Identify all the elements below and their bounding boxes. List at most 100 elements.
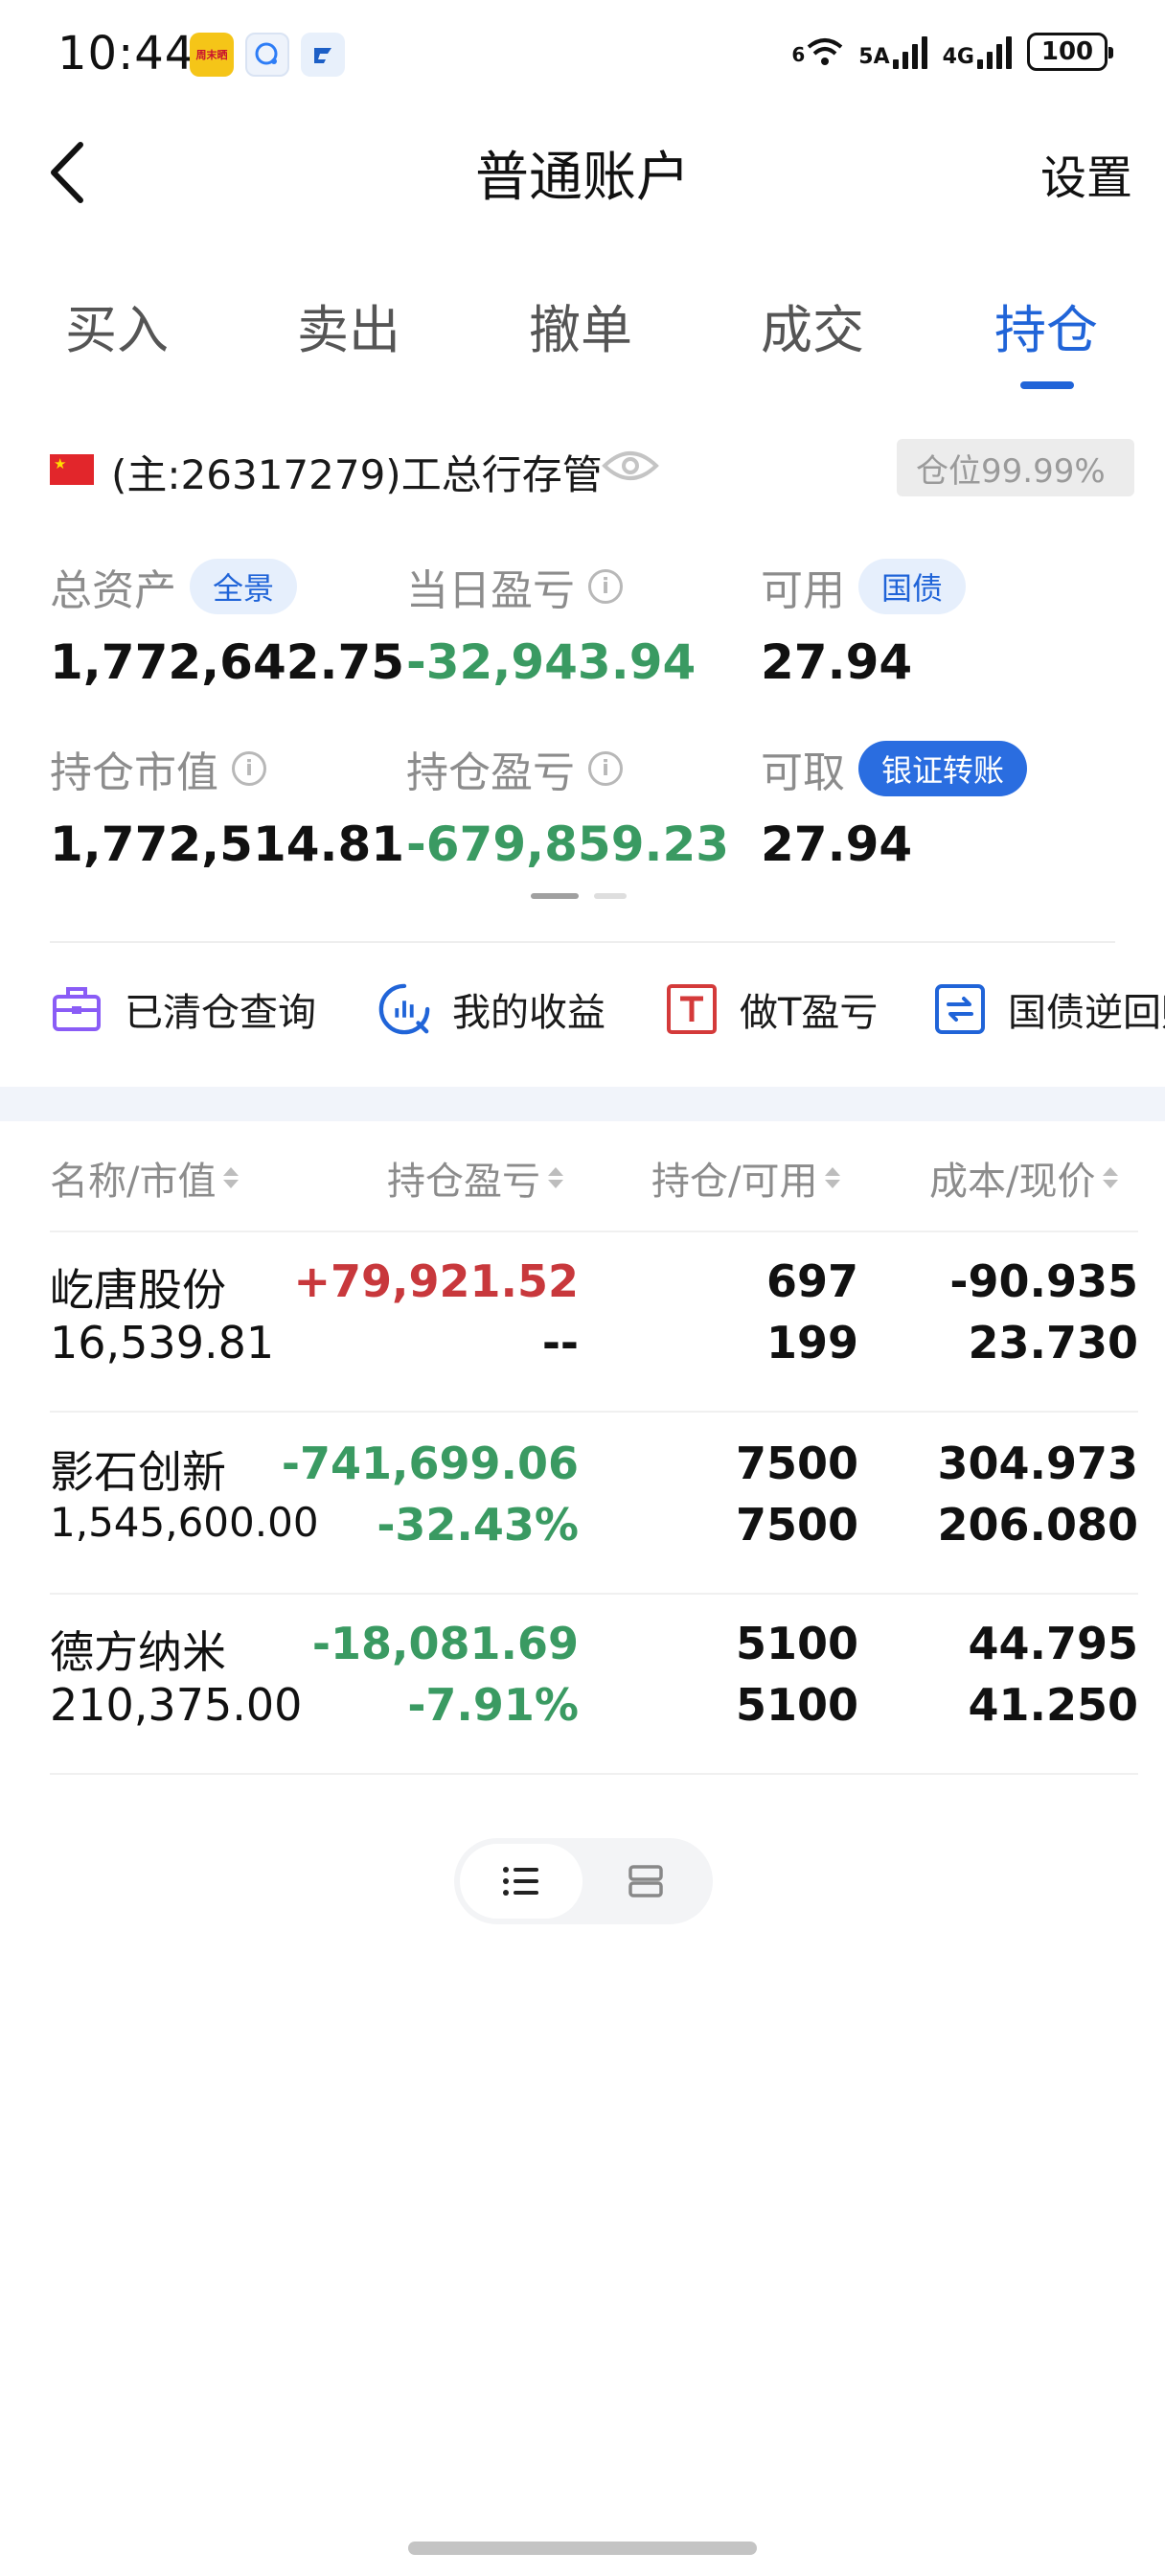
- account-selector[interactable]: (主:26317279)工总行存管: [111, 443, 603, 501]
- reverse-repo-label: 国债逆回购: [1008, 991, 1165, 1035]
- list-view-button[interactable]: [460, 1844, 582, 1919]
- account-row: ★ (主:26317279)工总行存管 仓位99.99%: [0, 431, 1165, 508]
- trade-tabs: 买入 卖出 撤单 成交 持仓: [0, 278, 1165, 393]
- sort-name-market-value[interactable]: 名称/市值: [50, 1150, 240, 1206]
- sort-icon: [825, 1167, 841, 1188]
- tab-deals[interactable]: 成交: [761, 288, 864, 363]
- section-separator: [0, 1087, 1165, 1121]
- signal-5a-icon: 5A: [858, 34, 927, 69]
- tab-buy[interactable]: 买入: [65, 288, 169, 363]
- overview-button[interactable]: 全景: [190, 559, 298, 614]
- stock-market-value: 1,545,600.00: [50, 1499, 319, 1546]
- stock-cost: 304.973: [937, 1438, 1138, 1489]
- repo-icon: [933, 982, 987, 1036]
- sort-cost-price[interactable]: 成本/现价: [929, 1150, 1119, 1206]
- stock-price: 206.080: [937, 1499, 1138, 1551]
- info-icon[interactable]: i: [588, 751, 623, 786]
- sort-icon: [1103, 1167, 1119, 1188]
- sort-icon: [548, 1167, 563, 1188]
- sort-quantity[interactable]: 持仓/可用: [651, 1150, 841, 1206]
- tab-sell[interactable]: 卖出: [297, 288, 400, 363]
- stock-name: 德方纳米: [50, 1626, 226, 1678]
- status-time: 10:44: [57, 27, 195, 80]
- row-divider: [50, 1230, 1138, 1232]
- position-pnl: 持仓盈亏 i -679,859.23: [406, 738, 729, 872]
- stock-name: 屹唐股份: [50, 1264, 226, 1316]
- my-earnings-button[interactable]: 我的收益: [377, 981, 605, 1037]
- message-app-icon: [245, 33, 289, 77]
- bank-transfer-button[interactable]: 银证转账: [858, 741, 1028, 796]
- withdrawable-funds: 可取 银证转账 27.94: [761, 738, 1028, 872]
- list-icon: [503, 1867, 538, 1896]
- row-divider: [50, 1411, 1138, 1413]
- stock-quantity: 697: [765, 1255, 858, 1307]
- withdrawable-value: 27.94: [761, 816, 913, 872]
- stock-market-value: 210,375.00: [50, 1679, 303, 1731]
- sort-position-pnl[interactable]: 持仓盈亏: [387, 1150, 563, 1206]
- quick-actions: 已清仓查询 我的收益 做T盈亏 国债逆回购: [0, 968, 1165, 1054]
- tab-cancel[interactable]: 撤单: [529, 288, 632, 363]
- status-bar: 10:44 周末晒 6 5A 4G 100: [0, 0, 1165, 115]
- position-pnl-label: 持仓盈亏: [406, 748, 575, 797]
- stock-available: 199: [765, 1317, 858, 1368]
- card-view-icon: [628, 1865, 663, 1898]
- withdrawable-label: 可取: [761, 748, 845, 797]
- market-value-label: 持仓市值: [50, 748, 218, 797]
- eye-icon[interactable]: [602, 445, 659, 491]
- signal-5a-label: 5A: [858, 45, 890, 69]
- stock-quantity: 5100: [735, 1618, 858, 1669]
- daily-pnl: 当日盈亏 i -32,943.94: [406, 556, 696, 690]
- t-box-icon: [665, 982, 719, 1036]
- treasury-button[interactable]: 国债: [858, 559, 967, 614]
- asset-summary: 总资产 全景 1,772,642.75 当日盈亏 i -32,943.94 可用 国债…: [0, 556, 1165, 901]
- app-notification-icon: 周末晒: [190, 33, 234, 77]
- signal-4g-icon: 4G: [943, 34, 1012, 69]
- daily-pnl-label: 当日盈亏: [406, 566, 575, 615]
- stock-pnl-pct: -7.91%: [407, 1679, 579, 1731]
- cleared-positions-label: 已清仓查询: [125, 991, 316, 1035]
- row-divider: [50, 1773, 1138, 1775]
- cleared-positions-button[interactable]: 已清仓查询: [50, 981, 316, 1037]
- stock-pnl-pct: --: [541, 1317, 579, 1368]
- summary-page-indicator: [531, 893, 627, 899]
- chart-circle-icon: [377, 982, 431, 1036]
- stock-available: 5100: [735, 1679, 858, 1731]
- stock-pnl: +79,921.52: [293, 1255, 579, 1307]
- signal-4g-label: 4G: [942, 45, 974, 69]
- info-icon[interactable]: i: [232, 751, 266, 786]
- stock-name: 影石创新: [50, 1446, 226, 1498]
- stock-price: 23.730: [968, 1317, 1138, 1368]
- stock-pnl: -741,699.06: [281, 1438, 579, 1489]
- column-cost-label: 成本/现价: [929, 1160, 1096, 1204]
- home-indicator[interactable]: [408, 2542, 757, 2555]
- page-title: 普通账户: [475, 147, 690, 209]
- wifi-label: 6: [791, 43, 806, 66]
- status-indicators: 6 5A 4G 100: [791, 33, 1113, 71]
- available-value: 27.94: [761, 634, 913, 690]
- t-trade-pnl-button[interactable]: 做T盈亏: [665, 981, 878, 1037]
- wifi-icon: 6: [791, 37, 843, 66]
- stock-cost: 44.795: [968, 1618, 1138, 1669]
- settings-button[interactable]: 设置: [1040, 140, 1132, 207]
- info-icon[interactable]: i: [588, 569, 623, 604]
- china-flag-icon: ★: [50, 454, 94, 485]
- market-value: 持仓市值 i 1,772,514.81: [50, 738, 404, 872]
- available-label: 可用: [761, 566, 845, 615]
- tab-positions[interactable]: 持仓: [994, 288, 1098, 363]
- active-tab-indicator: [1020, 381, 1074, 389]
- reverse-repo-button[interactable]: 国债逆回购: [933, 981, 1165, 1037]
- divider: [50, 941, 1115, 943]
- battery-icon: 100: [1027, 33, 1113, 71]
- daily-pnl-value: -32,943.94: [406, 634, 697, 690]
- view-mode-toggle: [454, 1838, 713, 1924]
- card-view-button[interactable]: [584, 1844, 707, 1919]
- nav-header: 普通账户 设置: [0, 115, 1165, 230]
- stock-cost: -90.935: [949, 1255, 1138, 1307]
- stock-price: 41.250: [968, 1679, 1138, 1731]
- column-pnl-label: 持仓盈亏: [387, 1160, 540, 1204]
- stock-available: 7500: [735, 1499, 858, 1551]
- stock-pnl-pct: -32.43%: [377, 1499, 579, 1551]
- stock-quantity: 7500: [735, 1438, 858, 1489]
- stock-market-value: 16,539.81: [50, 1317, 275, 1368]
- row-divider: [50, 1593, 1138, 1595]
